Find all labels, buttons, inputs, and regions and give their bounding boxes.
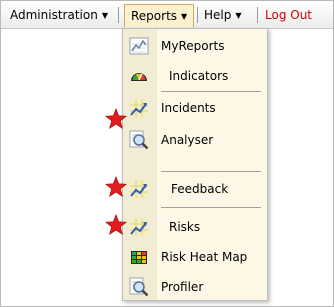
magnifier-icon bbox=[129, 277, 149, 297]
chevron-down-icon: ▼ bbox=[235, 11, 242, 20]
menu-item-label: Profiler bbox=[161, 280, 204, 294]
menu-item-label: Risks bbox=[169, 220, 201, 234]
trend-icon bbox=[130, 180, 148, 198]
menu-item-risks[interactable]: Risks bbox=[123, 212, 267, 242]
red-star-icon bbox=[105, 214, 127, 236]
menu-help-label: Help bbox=[204, 8, 232, 22]
menu-administration-label: Administration bbox=[10, 8, 98, 22]
magnifier-icon bbox=[129, 130, 149, 150]
red-star-icon bbox=[105, 176, 127, 198]
menu-item-feedback[interactable]: Feedback bbox=[123, 174, 267, 204]
chevron-down-icon: ▼ bbox=[181, 12, 188, 21]
menu-item-profiler[interactable]: Profiler bbox=[123, 272, 267, 302]
menu-item-label: Feedback bbox=[171, 182, 229, 196]
logout-link[interactable]: Log Out bbox=[263, 6, 314, 24]
menu-item-label: Incidents bbox=[161, 101, 216, 115]
chart-icon bbox=[129, 37, 149, 55]
heatmap-icon bbox=[131, 251, 147, 264]
menu-divider bbox=[257, 7, 258, 23]
trend-icon bbox=[130, 218, 148, 236]
menu-item-risk-heat-map[interactable]: Risk Heat Map bbox=[123, 242, 267, 272]
menu-administration[interactable]: Administration ▼ bbox=[8, 6, 110, 24]
menu-item-myreports[interactable]: MyReports bbox=[123, 31, 267, 61]
menu-help[interactable]: Help ▼ bbox=[202, 6, 244, 24]
menu-reports-label: Reports bbox=[131, 9, 178, 23]
gauge-icon bbox=[131, 73, 147, 81]
menu-item-label: Indicators bbox=[169, 69, 229, 83]
menu-bar: Administration ▼ Reports ▼ Help ▼ Log Out bbox=[1, 1, 333, 29]
menu-separator bbox=[161, 171, 261, 172]
reports-dropdown: MyReports Indicators Incidents Analyser … bbox=[122, 28, 268, 301]
menu-item-incidents[interactable]: Incidents bbox=[123, 93, 267, 123]
menu-separator bbox=[161, 91, 261, 92]
red-star-icon bbox=[105, 108, 127, 130]
menu-item-label: MyReports bbox=[161, 39, 225, 53]
menu-item-indicators[interactable]: Indicators bbox=[123, 61, 267, 91]
menu-separator bbox=[161, 207, 261, 208]
menu-divider bbox=[118, 7, 119, 23]
menu-divider bbox=[197, 7, 198, 23]
menu-item-label: Risk Heat Map bbox=[161, 250, 248, 264]
menu-item-analyser[interactable]: Analyser bbox=[123, 125, 267, 155]
menu-reports[interactable]: Reports ▼ bbox=[124, 4, 195, 27]
chevron-down-icon: ▼ bbox=[101, 11, 108, 20]
trend-icon bbox=[130, 99, 148, 117]
menu-item-label: Analyser bbox=[161, 133, 214, 147]
